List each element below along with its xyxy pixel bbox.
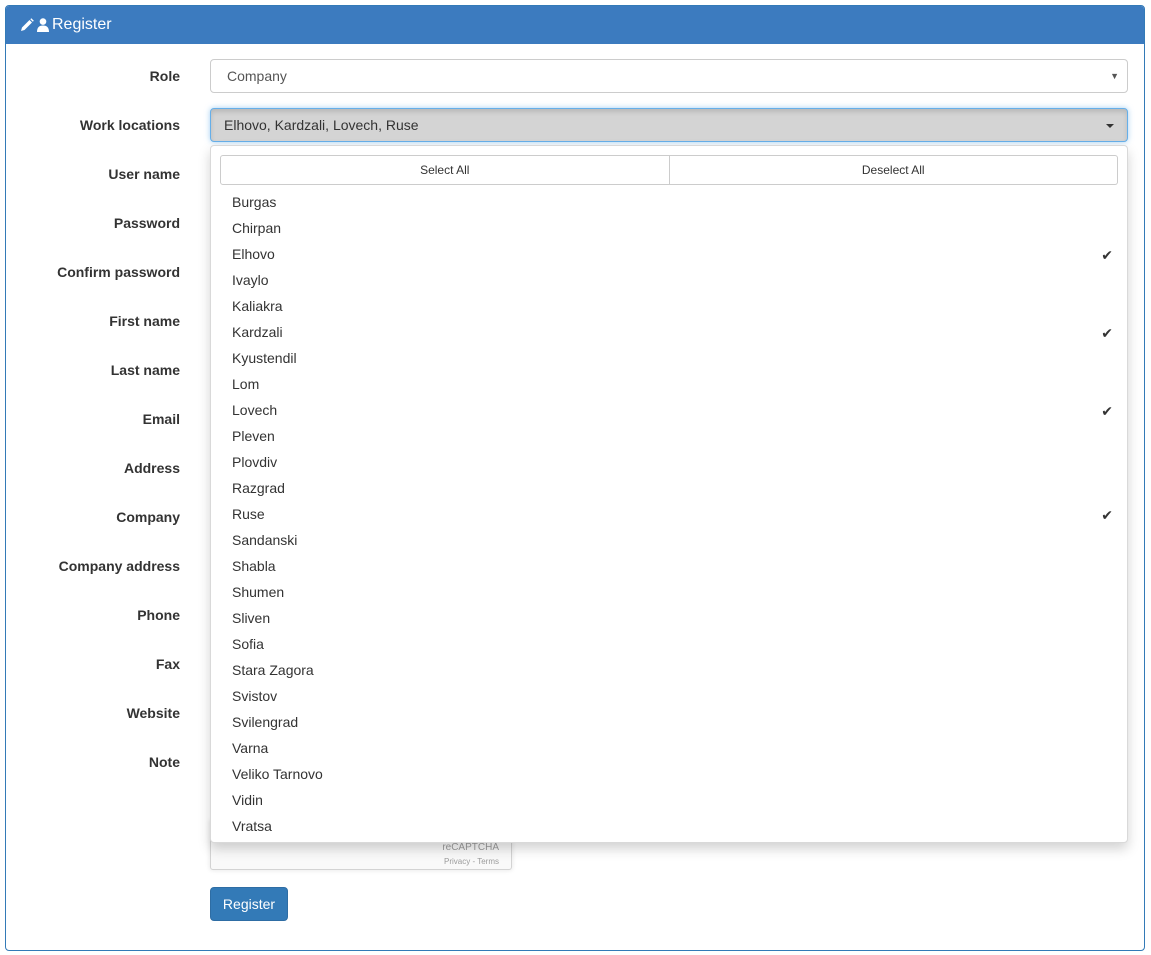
- location-option-label: Chirpan: [232, 220, 282, 236]
- location-option[interactable]: Razgrad✔: [211, 475, 1127, 501]
- location-option-label: Plovdiv: [232, 454, 278, 470]
- location-option-label: Burgas: [232, 194, 277, 210]
- location-option[interactable]: Burgas✔: [211, 189, 1127, 215]
- website-label: Website: [126, 705, 180, 721]
- location-option-label: Shumen: [232, 584, 285, 600]
- location-option[interactable]: Veliko Tarnovo✔: [211, 761, 1127, 787]
- chevron-down-icon: ▼: [1110, 71, 1119, 81]
- address-label: Address: [123, 460, 180, 476]
- location-option[interactable]: Lom✔: [211, 371, 1127, 397]
- location-option[interactable]: Elhovo ✔: [211, 241, 1127, 267]
- location-option-label: Lovech: [232, 402, 278, 418]
- note-label: Note: [148, 754, 180, 770]
- user-name-label: User name: [108, 166, 180, 182]
- location-option[interactable]: Stara Zagora✔: [211, 657, 1127, 683]
- location-option[interactable]: Ivaylo✔: [211, 267, 1127, 293]
- panel-title: Register: [52, 16, 112, 33]
- location-option-label: Lom: [232, 376, 260, 392]
- location-option-label: Kaliakra: [232, 298, 283, 314]
- location-option[interactable]: Ruse ✔: [211, 501, 1127, 527]
- work-locations-dropdown: Select All Deselect All Burgas✔Chirpan✔E…: [210, 145, 1128, 843]
- location-option-label: Svistov: [232, 688, 278, 704]
- select-buttons-group: Select All Deselect All: [220, 155, 1118, 185]
- location-option-label: Svilengrad: [232, 714, 299, 730]
- password-label: Password: [113, 215, 180, 231]
- location-option-label: Veliko Tarnovo: [232, 766, 323, 782]
- checkmark-icon: ✔: [1101, 247, 1113, 263]
- options-list: Burgas✔Chirpan✔Elhovo✔Ivaylo✔Kaliakra✔Ka…: [211, 189, 1127, 839]
- location-option-label: Sofia: [232, 636, 264, 652]
- location-option-label: Kardzali: [232, 324, 283, 340]
- location-option-label: Sandanski: [232, 532, 298, 548]
- location-option[interactable]: Svilengrad✔: [211, 709, 1127, 735]
- location-option[interactable]: Shabla✔: [211, 553, 1127, 579]
- panel-heading: Register: [6, 6, 1144, 44]
- location-option[interactable]: Varna✔: [211, 735, 1127, 761]
- caret-down-icon: [1106, 124, 1114, 128]
- location-option-label: Razgrad: [232, 480, 285, 496]
- recaptcha-links[interactable]: Privacy - Terms: [444, 857, 499, 866]
- role-value: Company: [227, 68, 287, 84]
- work-locations-row: Work locations Elhovo, Kardzali, Lovech,…: [0, 108, 1151, 142]
- phone-label: Phone: [137, 607, 180, 623]
- location-option[interactable]: Kyustendil✔: [211, 345, 1127, 371]
- location-option[interactable]: Plovdiv✔: [211, 449, 1127, 475]
- user-icon: [37, 18, 49, 32]
- location-option-label: Stara Zagora: [232, 662, 314, 678]
- location-option-label: Elhovo: [232, 246, 275, 262]
- location-option-label: Shabla: [232, 558, 276, 574]
- location-option[interactable]: Pleven✔: [211, 423, 1127, 449]
- location-option[interactable]: Kaliakra✔: [211, 293, 1127, 319]
- company-label: Company: [116, 509, 180, 525]
- deselect-all-button[interactable]: Deselect All: [669, 155, 1118, 185]
- recaptcha-label: reCAPTCHA: [442, 842, 499, 853]
- location-option-label: Ruse: [232, 506, 265, 522]
- role-label: Role: [149, 68, 180, 84]
- location-option[interactable]: Vidin✔: [211, 787, 1127, 813]
- location-option-label: Ivaylo: [232, 272, 269, 288]
- location-option-label: Sliven: [232, 610, 271, 626]
- work-locations-label: Work locations: [79, 117, 180, 133]
- location-option[interactable]: Sofia✔: [211, 631, 1127, 657]
- work-locations-multiselect[interactable]: Elhovo, Kardzali, Lovech, Ruse: [210, 108, 1128, 142]
- email-label: Email: [142, 411, 180, 427]
- confirm-password-label: Confirm password: [57, 264, 180, 280]
- fax-label: Fax: [155, 656, 180, 672]
- location-option[interactable]: Chirpan✔: [211, 215, 1127, 241]
- location-option[interactable]: Svistov✔: [211, 683, 1127, 709]
- role-select[interactable]: Company ▼: [210, 59, 1128, 93]
- register-button[interactable]: Register: [210, 887, 288, 921]
- location-option-label: Kyustendil: [232, 350, 297, 366]
- location-option[interactable]: Shumen✔: [211, 579, 1127, 605]
- location-option[interactable]: Sliven✔: [211, 605, 1127, 631]
- location-option[interactable]: Lovech ✔: [211, 397, 1127, 423]
- checkmark-icon: ✔: [1101, 403, 1113, 419]
- location-option[interactable]: Sandanski✔: [211, 527, 1127, 553]
- location-option-label: Vidin: [232, 792, 263, 808]
- location-option[interactable]: Vratsa✔: [211, 813, 1127, 839]
- role-row: Role Company ▼: [0, 59, 1151, 93]
- location-option-label: Varna: [232, 740, 269, 756]
- select-all-button[interactable]: Select All: [220, 155, 670, 185]
- work-locations-value: Elhovo, Kardzali, Lovech, Ruse: [224, 117, 419, 133]
- location-option-label: Pleven: [232, 428, 275, 444]
- last-name-label: Last name: [110, 362, 180, 378]
- first-name-label: First name: [109, 313, 180, 329]
- location-option[interactable]: Kardzali ✔: [211, 319, 1127, 345]
- company-address-label: Company address: [58, 558, 180, 574]
- location-option-label: Vratsa: [232, 818, 272, 834]
- pencil-icon: [20, 18, 34, 32]
- checkmark-icon: ✔: [1101, 325, 1113, 341]
- checkmark-icon: ✔: [1101, 507, 1113, 523]
